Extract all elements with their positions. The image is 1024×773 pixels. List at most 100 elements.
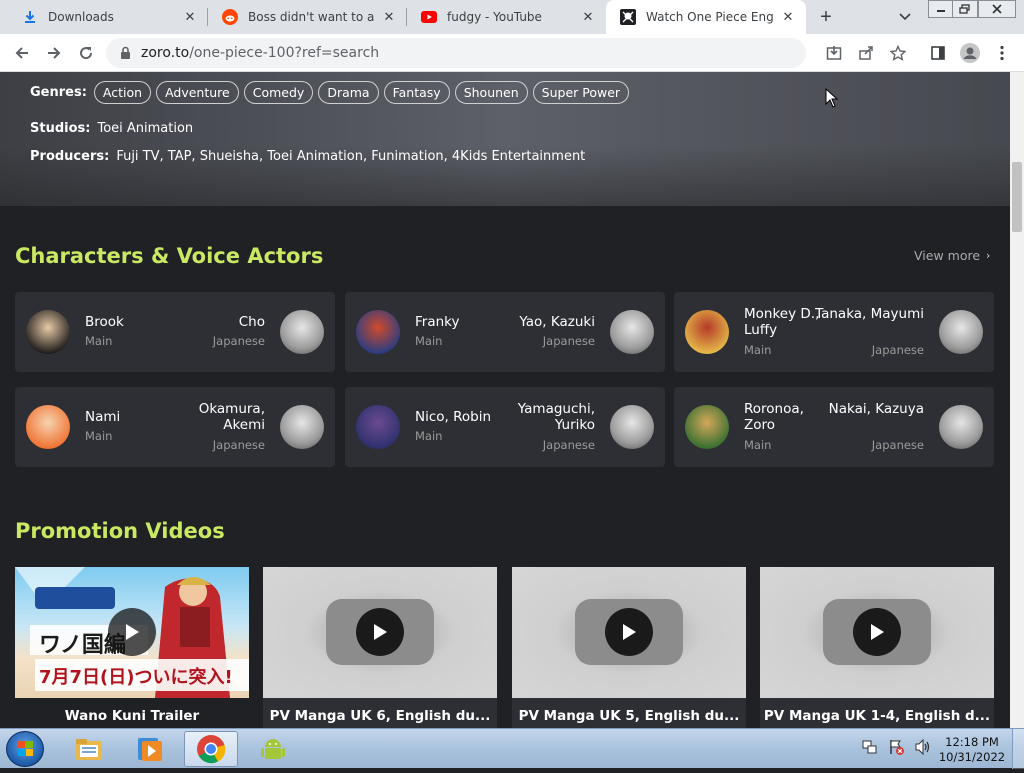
genres-label: Genres: [30, 85, 87, 100]
genre-chip[interactable]: Action [93, 81, 152, 104]
tab-reddit[interactable]: Boss didn't want to appro ✕ [208, 0, 407, 34]
reddit-icon [222, 9, 238, 25]
video-thumbnail[interactable] [760, 567, 994, 698]
view-more-link[interactable]: View more › [914, 248, 990, 263]
taskbar-chrome[interactable] [184, 731, 238, 767]
play-icon[interactable] [605, 608, 653, 656]
tab-title: Downloads [48, 10, 114, 24]
browser-menu-button[interactable] [988, 39, 1016, 67]
close-icon[interactable]: ✕ [381, 9, 397, 25]
voice-actor-language: Japanese [212, 438, 265, 452]
show-desktop-button[interactable] [1012, 729, 1024, 769]
anime-info-banner: Genres: Action Adventure Comedy Drama Fa… [0, 72, 1010, 206]
voice-actor-name[interactable]: Yao, Kazuki [485, 314, 595, 330]
genre-chip[interactable]: Drama [318, 81, 379, 104]
taskbar-media-player[interactable] [122, 731, 176, 767]
character-role: Main [85, 429, 113, 443]
character-avatar[interactable] [356, 405, 400, 449]
taskbar-android-studio[interactable] [246, 731, 300, 767]
scrollbar-thumb[interactable] [1012, 162, 1022, 232]
character-card[interactable]: Nico, Robin Main Yamaguchi, Yuriko Japanese [345, 387, 665, 467]
character-card[interactable]: Nami Main Okamura, Akemi Japanese [15, 387, 335, 467]
taskbar-explorer[interactable] [62, 731, 116, 767]
promo-video-card[interactable]: PV Manga UK 5, English du... [512, 567, 746, 728]
voice-actor-avatar[interactable] [939, 310, 983, 354]
character-card[interactable]: Brook Main Cho Japanese [15, 292, 335, 372]
lock-icon[interactable] [120, 46, 131, 60]
genre-chip[interactable]: Super Power [532, 81, 630, 104]
network-icon[interactable] [862, 739, 878, 760]
video-title[interactable]: PV Manga UK 6, English du... [263, 698, 497, 728]
character-avatar[interactable] [685, 405, 729, 449]
bookmark-button[interactable] [884, 39, 912, 67]
promo-video-card[interactable]: PV Manga UK 1-4, English d... [760, 567, 994, 728]
back-button[interactable] [8, 39, 36, 67]
reload-button[interactable] [72, 39, 100, 67]
promo-video-card[interactable]: ワノ国編 7月7日(日)ついに突入! Wano Kuni Trailer [15, 567, 249, 728]
address-bar[interactable]: zoro.to/one-piece-100?ref=search [106, 38, 806, 68]
voice-actor-name[interactable]: Cho [155, 314, 265, 330]
windows-taskbar: 12:18 PM 10/31/2022 [0, 728, 1024, 769]
side-panel-button[interactable] [924, 39, 952, 67]
page-scrollbar[interactable] [1010, 72, 1024, 728]
video-title[interactable]: PV Manga UK 1-4, English d... [760, 698, 994, 728]
genre-chip[interactable]: Adventure [156, 81, 239, 104]
voice-actor-name[interactable]: Tanaka, Mayumi [814, 306, 924, 322]
tab-search-button[interactable] [893, 5, 917, 29]
genre-chip[interactable]: Comedy [243, 81, 314, 104]
producers-label: Producers: [30, 149, 110, 164]
browser-tab-strip: Downloads ✕ Boss didn't want to appro ✕ … [0, 0, 1024, 34]
voice-actor-name[interactable]: Nakai, Kazuya [814, 401, 924, 417]
play-icon[interactable] [108, 608, 156, 656]
producers-list[interactable]: Fuji TV, TAP, Shueisha, Toei Animation, … [116, 149, 585, 164]
voice-actor-avatar[interactable] [610, 405, 654, 449]
share-button[interactable] [852, 39, 880, 67]
start-button[interactable] [6, 731, 44, 767]
close-icon[interactable]: ✕ [580, 9, 596, 25]
voice-actor-avatar[interactable] [280, 310, 324, 354]
promo-video-card[interactable]: PV Manga UK 6, English du... [263, 567, 497, 728]
new-tab-button[interactable]: + [814, 5, 838, 29]
forward-button[interactable] [40, 39, 68, 67]
voice-actor-avatar[interactable] [610, 310, 654, 354]
star-icon [890, 45, 906, 61]
volume-icon[interactable] [914, 738, 932, 760]
play-icon[interactable] [356, 608, 404, 656]
character-avatar[interactable] [26, 310, 70, 354]
share-icon [859, 46, 873, 60]
video-thumbnail[interactable] [263, 567, 497, 698]
character-card[interactable]: Monkey D., Luffy Main Tanaka, Mayumi Japane… [674, 292, 994, 372]
tab-zoro[interactable]: Watch One Piece English ✕ [606, 0, 806, 34]
close-window-button[interactable] [978, 0, 1016, 18]
character-avatar[interactable] [356, 310, 400, 354]
character-role: Main [415, 429, 443, 443]
tab-downloads[interactable]: Downloads ✕ [8, 0, 208, 34]
voice-actor-avatar[interactable] [280, 405, 324, 449]
voice-actor-language: Japanese [871, 343, 924, 357]
character-card[interactable]: Roronoa, Zoro Main Nakai, Kazuya Japanese [674, 387, 994, 467]
video-thumbnail[interactable]: ワノ国編 7月7日(日)ついに突入! [15, 567, 249, 698]
voice-actor-avatar[interactable] [939, 405, 983, 449]
close-icon [992, 4, 1002, 14]
voice-actor-name[interactable]: Yamaguchi, Yuriko [485, 401, 595, 433]
minimize-button[interactable] [928, 0, 954, 18]
genre-chip[interactable]: Fantasy [383, 81, 450, 104]
profile-button[interactable] [956, 39, 984, 67]
close-icon[interactable]: ✕ [780, 9, 796, 25]
install-app-button[interactable] [820, 39, 848, 67]
video-title[interactable]: PV Manga UK 5, English du... [512, 698, 746, 728]
taskbar-clock[interactable]: 12:18 PM 10/31/2022 [938, 735, 1006, 765]
character-card[interactable]: Franky Main Yao, Kazuki Japanese [345, 292, 665, 372]
tab-youtube[interactable]: fudgy - YouTube ✕ [407, 0, 606, 34]
character-avatar[interactable] [685, 310, 729, 354]
action-center-icon[interactable] [888, 739, 904, 760]
genre-chip[interactable]: Shounen [454, 81, 528, 104]
voice-actor-name[interactable]: Okamura, Akemi [155, 401, 265, 433]
video-title[interactable]: Wano Kuni Trailer [15, 698, 249, 728]
video-thumbnail[interactable] [512, 567, 746, 698]
close-icon[interactable]: ✕ [182, 9, 198, 25]
character-avatar[interactable] [26, 405, 70, 449]
play-icon[interactable] [853, 608, 901, 656]
restore-button[interactable] [952, 0, 978, 18]
studios-link[interactable]: Toei Animation [97, 121, 193, 136]
